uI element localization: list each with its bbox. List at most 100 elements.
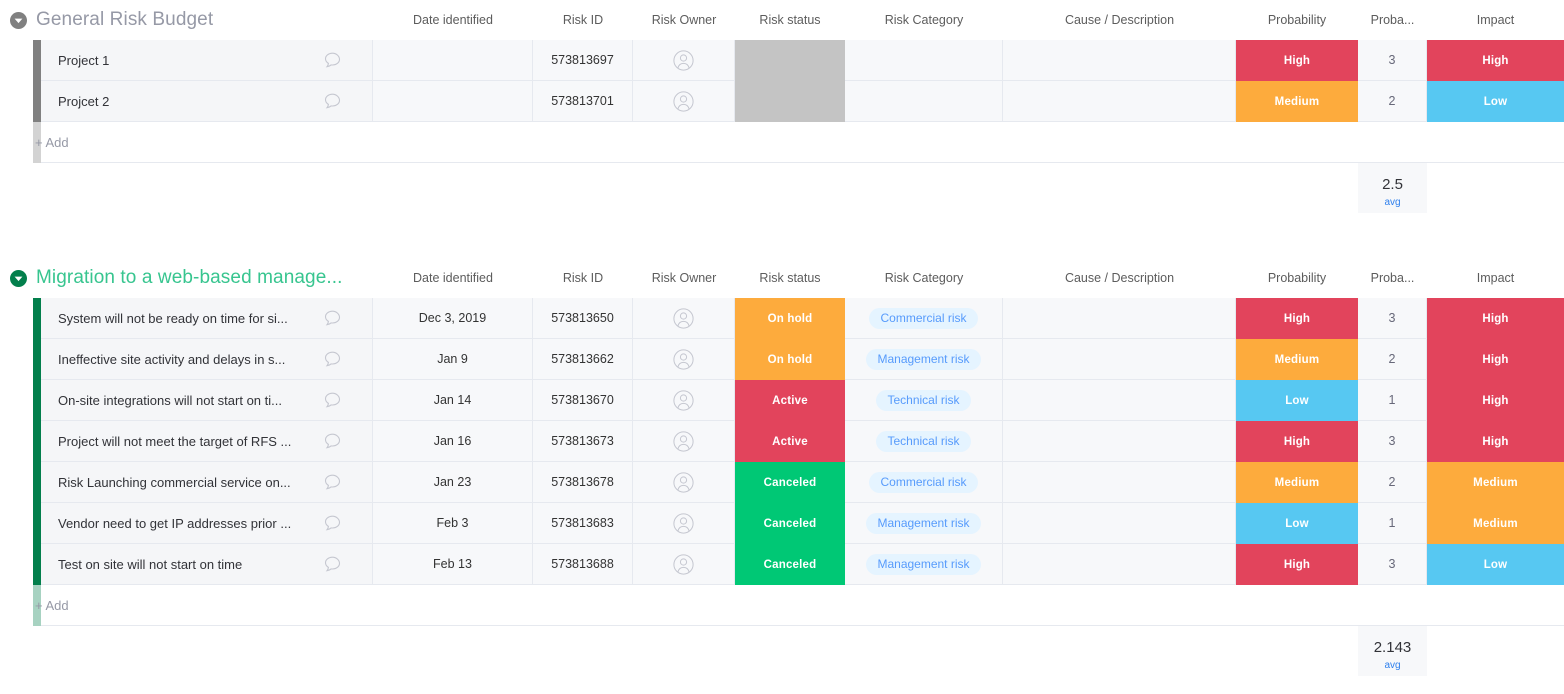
cell-date-identified[interactable]: Jan 16	[373, 421, 533, 462]
cell-impact[interactable]: Medium	[1427, 503, 1564, 544]
cell-date-identified[interactable]	[373, 81, 533, 122]
comment-bubble-icon[interactable]	[323, 309, 342, 328]
cell-cause-description[interactable]	[1003, 503, 1236, 544]
cell-cause-description[interactable]	[1003, 544, 1236, 585]
cell-impact[interactable]: Low	[1427, 544, 1564, 585]
cell-cause-description[interactable]	[1003, 40, 1236, 81]
cell-probability[interactable]: High	[1236, 298, 1358, 339]
comment-bubble-icon[interactable]	[323, 514, 342, 533]
summary-probability-average[interactable]: 2.143 avg	[1358, 634, 1427, 676]
cell-risk-category[interactable]: Commercial risk	[845, 298, 1003, 339]
cell-probability-number[interactable]: 1	[1358, 503, 1427, 544]
cell-probability-number[interactable]: 3	[1358, 298, 1427, 339]
cell-impact[interactable]: High	[1427, 380, 1564, 421]
cell-risk-id[interactable]: 573813688	[533, 544, 633, 585]
cell-date-identified[interactable]: Feb 3	[373, 503, 533, 544]
group-title[interactable]: Migration to a web-based manage...	[36, 264, 343, 292]
cell-risk-owner[interactable]	[633, 81, 735, 122]
column-header-probability[interactable]: Probability	[1236, 8, 1358, 32]
comment-bubble-icon[interactable]	[323, 391, 342, 410]
cell-risk-category[interactable]: Commercial risk	[845, 462, 1003, 503]
cell-date-identified[interactable]: Jan 9	[373, 339, 533, 380]
cell-probability-number[interactable]: 3	[1358, 421, 1427, 462]
cell-cause-description[interactable]	[1003, 81, 1236, 122]
comment-bubble-icon[interactable]	[323, 555, 342, 574]
cell-risk-owner[interactable]	[633, 380, 735, 421]
cell-probability[interactable]: High	[1236, 421, 1358, 462]
cell-name[interactable]: Test on site will not start on time	[41, 544, 373, 585]
cell-impact[interactable]: High	[1427, 421, 1564, 462]
table-row[interactable]: On-site integrations will not start on t…	[0, 380, 1564, 421]
summary-probability-average[interactable]: 2.5 avg	[1358, 171, 1427, 213]
column-header-status[interactable]: Risk status	[735, 8, 845, 32]
table-row[interactable]: Vendor need to get IP addresses prior ..…	[0, 503, 1564, 544]
table-row[interactable]: Project 1 573813697 High 3 High	[0, 40, 1564, 81]
cell-risk-id[interactable]: 573813683	[533, 503, 633, 544]
cell-probability-number[interactable]: 2	[1358, 462, 1427, 503]
table-row[interactable]: Test on site will not start on time Feb …	[0, 544, 1564, 585]
cell-risk-status[interactable]: Canceled	[735, 462, 845, 503]
table-row[interactable]: System will not be ready on time for si.…	[0, 298, 1564, 339]
column-header-cause[interactable]: Cause / Description	[1003, 266, 1236, 290]
add-item-label[interactable]: + Add	[0, 585, 69, 626]
cell-date-identified[interactable]: Jan 14	[373, 380, 533, 421]
cell-date-identified[interactable]: Jan 23	[373, 462, 533, 503]
cell-risk-status[interactable]: Canceled	[735, 503, 845, 544]
cell-cause-description[interactable]	[1003, 339, 1236, 380]
column-header-owner[interactable]: Risk Owner	[633, 8, 735, 32]
table-row[interactable]: Risk Launching commercial service on... …	[0, 462, 1564, 503]
cell-risk-status[interactable]	[735, 81, 845, 122]
cell-risk-owner[interactable]	[633, 462, 735, 503]
table-row[interactable]: Ineffective site activity and delays in …	[0, 339, 1564, 380]
column-header-risk_id[interactable]: Risk ID	[533, 8, 633, 32]
cell-risk-category[interactable]: Technical risk	[845, 421, 1003, 462]
cell-risk-status[interactable]: Active	[735, 421, 845, 462]
cell-cause-description[interactable]	[1003, 298, 1236, 339]
cell-date-identified[interactable]	[373, 40, 533, 81]
column-header-date[interactable]: Date identified	[373, 8, 533, 32]
cell-cause-description[interactable]	[1003, 380, 1236, 421]
person-avatar-icon[interactable]	[673, 430, 694, 452]
cell-name[interactable]: Vendor need to get IP addresses prior ..…	[41, 503, 373, 544]
table-row[interactable]: Project will not meet the target of RFS …	[0, 421, 1564, 462]
cell-risk-status[interactable]: Canceled	[735, 544, 845, 585]
column-header-status[interactable]: Risk status	[735, 266, 845, 290]
cell-probability-number[interactable]: 1	[1358, 380, 1427, 421]
column-header-prob_num[interactable]: Proba...	[1358, 266, 1427, 290]
comment-bubble-icon[interactable]	[323, 350, 342, 369]
cell-probability[interactable]: Medium	[1236, 462, 1358, 503]
cell-risk-owner[interactable]	[633, 339, 735, 380]
person-avatar-icon[interactable]	[673, 307, 694, 329]
cell-probability[interactable]: Medium	[1236, 81, 1358, 122]
cell-probability[interactable]: Low	[1236, 380, 1358, 421]
column-header-category[interactable]: Risk Category	[845, 8, 1003, 32]
cell-cause-description[interactable]	[1003, 462, 1236, 503]
cell-risk-id[interactable]: 573813701	[533, 81, 633, 122]
cell-probability[interactable]: Medium	[1236, 339, 1358, 380]
column-header-owner[interactable]: Risk Owner	[633, 266, 735, 290]
cell-risk-status[interactable]: On hold	[735, 339, 845, 380]
cell-date-identified[interactable]: Dec 3, 2019	[373, 298, 533, 339]
person-avatar-icon[interactable]	[673, 512, 694, 534]
cell-risk-owner[interactable]	[633, 544, 735, 585]
cell-risk-category[interactable]: Management risk	[845, 544, 1003, 585]
cell-risk-status[interactable]	[735, 40, 845, 81]
cell-probability-number[interactable]: 3	[1358, 40, 1427, 81]
cell-risk-owner[interactable]	[633, 421, 735, 462]
cell-name[interactable]: Risk Launching commercial service on...	[41, 462, 373, 503]
cell-risk-category[interactable]: Management risk	[845, 339, 1003, 380]
cell-name[interactable]: Project will not meet the target of RFS …	[41, 421, 373, 462]
cell-probability[interactable]: High	[1236, 40, 1358, 81]
cell-risk-id[interactable]: 573813697	[533, 40, 633, 81]
cell-impact[interactable]: High	[1427, 339, 1564, 380]
person-avatar-icon[interactable]	[673, 471, 694, 493]
comment-bubble-icon[interactable]	[323, 473, 342, 492]
cell-probability-number[interactable]: 2	[1358, 81, 1427, 122]
cell-name[interactable]: Project 1	[41, 40, 373, 81]
cell-impact[interactable]: Low	[1427, 81, 1564, 122]
column-header-impact[interactable]: Impact	[1427, 8, 1564, 32]
cell-impact[interactable]: High	[1427, 40, 1564, 81]
cell-risk-id[interactable]: 573813678	[533, 462, 633, 503]
cell-risk-owner[interactable]	[633, 503, 735, 544]
column-header-date[interactable]: Date identified	[373, 266, 533, 290]
